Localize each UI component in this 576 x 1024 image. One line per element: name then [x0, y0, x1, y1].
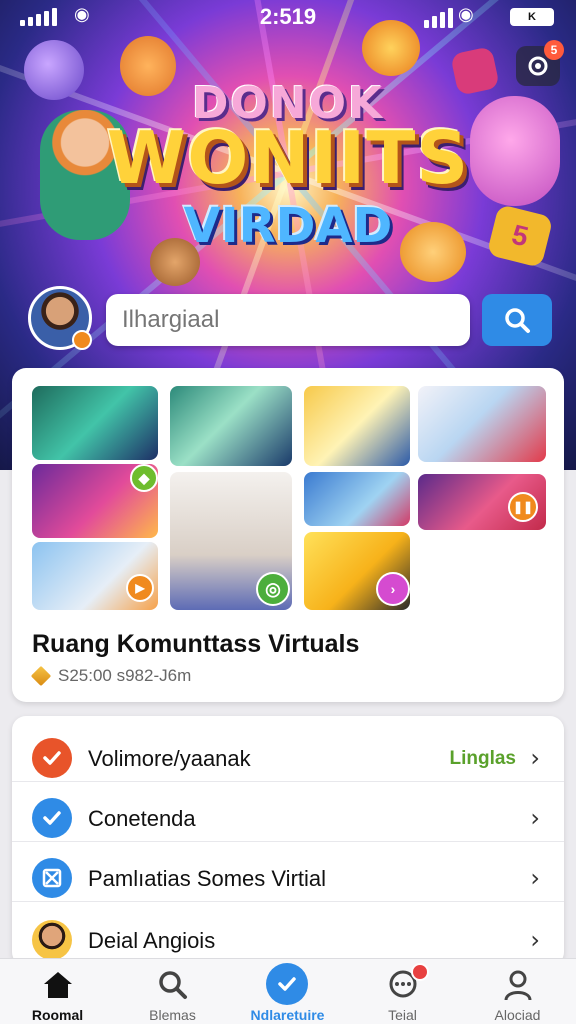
nav-item-home[interactable]: Roomal — [0, 959, 115, 1024]
community-card[interactable]: ◆ ▶ ◎ › ❚❚ Ruang Komunttass Virtuals S25… — [12, 368, 564, 702]
community-photo — [304, 386, 410, 466]
community-meta-text: S25:00 s982-J6m — [58, 666, 192, 685]
next-badge-icon: › — [376, 572, 410, 606]
chat-notification-dot — [411, 963, 429, 981]
menu-item-label: Conetenda — [88, 806, 196, 831]
game-badge-icon: ◆ — [130, 464, 158, 492]
notification-badge: 5 — [544, 40, 564, 60]
menu-item-label: Deial Angiois — [88, 928, 216, 953]
chevron-right-icon: › — [530, 804, 540, 832]
menu-item-badge: Linglas — [449, 748, 516, 769]
menu-item-label: Volimore/yaanak — [88, 746, 251, 771]
check-circle-icon — [266, 963, 308, 1005]
chevron-right-icon: › — [530, 864, 540, 892]
battery-icon: K — [510, 8, 554, 26]
coin-icon — [30, 665, 52, 687]
community-photo — [418, 386, 546, 462]
nav-label: Alociad — [494, 1007, 541, 1023]
avatar-status-badge — [72, 330, 92, 350]
check-icon — [32, 798, 72, 838]
search-icon — [505, 308, 530, 333]
menu-list: Volimore/yaanak Linglas › Conetenda › Pa… — [12, 716, 564, 966]
search-icon — [155, 967, 191, 1003]
search-input[interactable] — [106, 294, 470, 346]
status-bar: ◉ 2:519 ◉ K — [0, 0, 576, 32]
community-photo — [304, 472, 410, 526]
user-icon — [500, 967, 536, 1003]
menu-item[interactable]: Volimore/yaanak Linglas › — [12, 722, 564, 782]
hero-title-line3: VIRDAD — [183, 198, 393, 254]
search-button[interactable] — [482, 294, 552, 346]
nav-item-chat[interactable]: Teial — [345, 959, 460, 1024]
check-icon — [32, 738, 72, 778]
community-photo — [170, 386, 292, 466]
game-badge-icon: ◎ — [256, 572, 290, 606]
bottom-nav: Roomal Blemas Ndlaretuire Teial Alociad — [0, 958, 576, 1024]
wifi-icon-right: ◉ — [458, 4, 474, 24]
nav-label: Roomal — [31, 1007, 84, 1023]
nav-label: Teial — [388, 1007, 417, 1023]
nav-label: Blemas — [149, 1007, 196, 1023]
community-photo — [32, 386, 158, 460]
chevron-right-icon: › — [530, 926, 540, 954]
community-title: Ruang Komunttass Virtuals — [32, 630, 360, 658]
menu-item[interactable]: Conetenda › — [12, 782, 564, 842]
nav-item-profile[interactable]: Alociad — [460, 959, 575, 1024]
avatar-icon — [32, 920, 72, 960]
menu-item[interactable]: Deial Angiois › — [12, 904, 564, 964]
menu-item[interactable]: Pamlıatias Somes Virtial › — [12, 842, 564, 902]
nav-item-search[interactable]: Blemas — [115, 959, 230, 1024]
home-icon — [40, 967, 76, 1003]
nav-label: Ndlaretuire — [250, 1007, 325, 1023]
community-meta: S25:00 s982-J6m — [30, 665, 192, 687]
nav-item-checkin[interactable]: Ndlaretuire — [230, 959, 345, 1024]
chevron-right-icon: › — [530, 744, 540, 772]
signal-icon-right — [424, 8, 453, 28]
hero-title-line2: WONIITS — [106, 116, 470, 200]
pause-badge-icon: ❚❚ — [508, 492, 538, 522]
box-x-icon — [32, 858, 72, 898]
clock: 2:519 — [259, 4, 317, 29]
play-badge-icon: ▶ — [126, 574, 154, 602]
menu-item-label: Pamlıatias Somes Virtial — [88, 866, 327, 891]
